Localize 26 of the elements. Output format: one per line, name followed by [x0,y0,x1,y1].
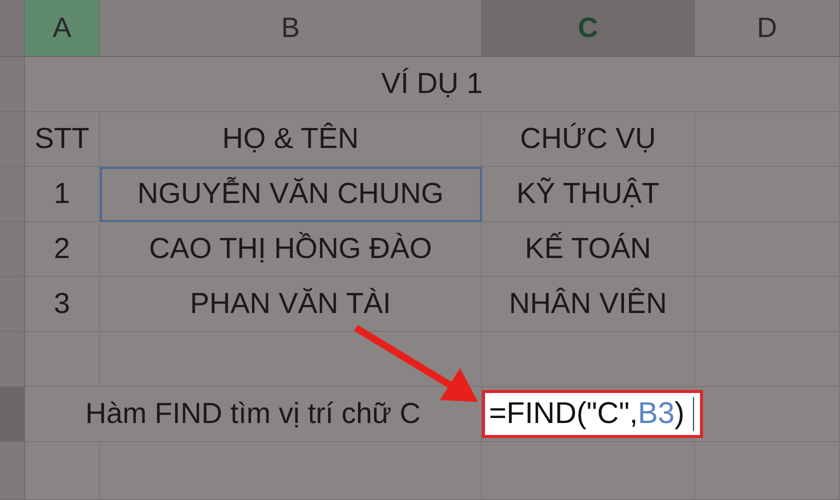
table-cell[interactable]: CAO THỊ HỒNG ĐÀO [100,222,482,277]
row-header[interactable] [0,167,25,222]
column-header[interactable]: A [25,0,100,57]
row-header[interactable] [0,387,25,442]
formula-field[interactable]: =FIND("C",B3) [482,390,703,438]
table-cell[interactable]: NHÂN VIÊN [482,277,695,332]
table-header-cell: HỌ & TÊN [100,112,482,167]
table-cell[interactable]: KẾ TOÁN [482,222,695,277]
row-header[interactable] [0,332,25,387]
table-cell[interactable]: 2 [25,222,100,277]
select-all-button[interactable] [0,0,25,57]
row-header[interactable] [0,112,25,167]
table-cell[interactable]: PHAN VĂN TÀI [100,277,482,332]
table-cell[interactable]: NGUYỄN VĂN CHUNG [100,167,482,222]
table-cell[interactable]: KỸ THUẬT [482,167,695,222]
column-header[interactable]: D [695,0,840,57]
table-header-cell: STT [25,112,100,167]
row-header[interactable] [0,222,25,277]
row-header[interactable] [0,57,25,112]
sheet-title: VÍ DỤ 1 [25,57,840,112]
row-header[interactable] [0,442,25,500]
table-cell[interactable]: 1 [25,167,100,222]
row-header[interactable] [0,277,25,332]
table-cell[interactable]: 3 [25,277,100,332]
column-header[interactable]: B [100,0,482,57]
table-header-cell: CHỨC VỤ [482,112,695,167]
